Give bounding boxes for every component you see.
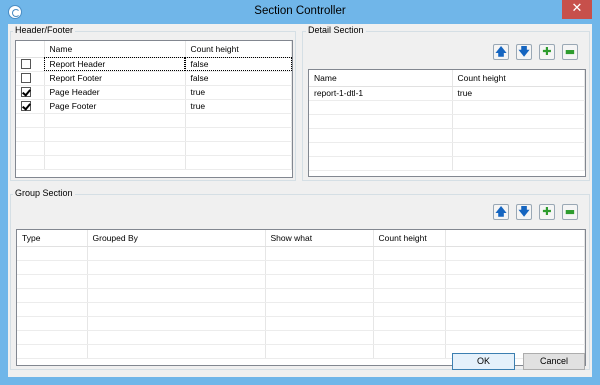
group-add-button[interactable]: ✚ [539, 204, 555, 220]
empty-row [16, 141, 292, 156]
column-header-select [16, 41, 45, 58]
column-header-filler [445, 230, 585, 247]
row-checkbox-cell[interactable] [16, 85, 45, 100]
column-header-name[interactable]: Name [44, 41, 186, 58]
table-row[interactable]: report-1-dtl-1 true [309, 86, 585, 101]
empty-row [17, 274, 585, 289]
empty-row [17, 330, 585, 345]
empty-row [17, 302, 585, 317]
detail-section-grid[interactable]: Name Count height report-1-dtl-1 true [308, 69, 586, 177]
empty-row [16, 127, 292, 142]
column-header-count-height[interactable]: Count height [185, 41, 292, 58]
detail-remove-button[interactable]: ▬ [562, 44, 578, 60]
header-row: Name Count height [16, 41, 292, 58]
name-cell[interactable]: Page Header [44, 85, 186, 100]
checkbox[interactable] [21, 59, 31, 69]
group-move-up-button[interactable]: 🡅 [493, 204, 509, 220]
column-header-show-what[interactable]: Show what [265, 230, 374, 247]
empty-row [309, 128, 585, 143]
close-button[interactable]: ✕ [562, 0, 592, 19]
group-section-grid[interactable]: Type Grouped By Show what Count height [16, 229, 586, 366]
column-header-grouped-by[interactable]: Grouped By [87, 230, 266, 247]
header-row: Type Grouped By Show what Count height [17, 230, 585, 247]
group-move-down-button[interactable]: 🡇 [516, 204, 532, 220]
table-row[interactable]: Page Header true [16, 85, 292, 100]
empty-row [17, 260, 585, 275]
group-remove-button[interactable]: ▬ [562, 204, 578, 220]
name-cell[interactable]: Page Footer [44, 99, 186, 114]
empty-row [17, 288, 585, 303]
header-footer-label: Header/Footer [13, 25, 76, 35]
empty-row [16, 155, 292, 170]
count-height-cell[interactable]: true [452, 86, 585, 101]
window-title: Section Controller [254, 5, 346, 17]
table-row[interactable]: Report Footer false [16, 71, 292, 86]
row-checkbox-cell[interactable] [16, 57, 45, 72]
group-section-label: Group Section [13, 188, 75, 198]
count-height-cell[interactable]: false [185, 71, 292, 86]
detail-section-label: Detail Section [306, 25, 366, 35]
detail-move-down-button[interactable]: 🡇 [516, 44, 532, 60]
row-checkbox-cell[interactable] [16, 71, 45, 86]
count-height-cell[interactable]: false [185, 57, 292, 72]
name-cell[interactable]: Report Header [44, 57, 186, 72]
column-header-count-height[interactable]: Count height [452, 70, 585, 87]
ok-button[interactable]: OK [452, 353, 515, 370]
header-footer-grid[interactable]: Name Count height Report Header false Re… [15, 40, 293, 178]
checkbox[interactable] [21, 73, 31, 83]
checkbox[interactable] [21, 87, 31, 97]
dialog-client-area: Header/Footer Name Count height Report H… [8, 24, 592, 377]
column-header-count-height[interactable]: Count height [373, 230, 446, 247]
section-controller-window: Section Controller ✕ Header/Footer Name … [0, 0, 600, 385]
cancel-button[interactable]: Cancel [523, 353, 585, 370]
name-cell[interactable]: report-1-dtl-1 [309, 86, 453, 101]
title-bar[interactable]: Section Controller ✕ [0, 0, 600, 24]
header-row: Name Count height [309, 70, 585, 87]
empty-row [17, 246, 585, 261]
empty-row [309, 114, 585, 129]
empty-row [309, 100, 585, 115]
checkbox[interactable] [21, 101, 31, 111]
detail-add-button[interactable]: ✚ [539, 44, 555, 60]
empty-row [17, 316, 585, 331]
table-row[interactable]: Report Header false [16, 57, 292, 72]
empty-row [16, 113, 292, 128]
column-header-name[interactable]: Name [309, 70, 453, 87]
count-height-cell[interactable]: true [185, 99, 292, 114]
name-cell[interactable]: Report Footer [44, 71, 186, 86]
table-row[interactable]: Page Footer true [16, 99, 292, 114]
count-height-cell[interactable]: true [185, 85, 292, 100]
column-header-type[interactable]: Type [17, 230, 88, 247]
empty-row [309, 142, 585, 157]
empty-row [309, 156, 585, 171]
row-checkbox-cell[interactable] [16, 99, 45, 114]
detail-move-up-button[interactable]: 🡅 [493, 44, 509, 60]
